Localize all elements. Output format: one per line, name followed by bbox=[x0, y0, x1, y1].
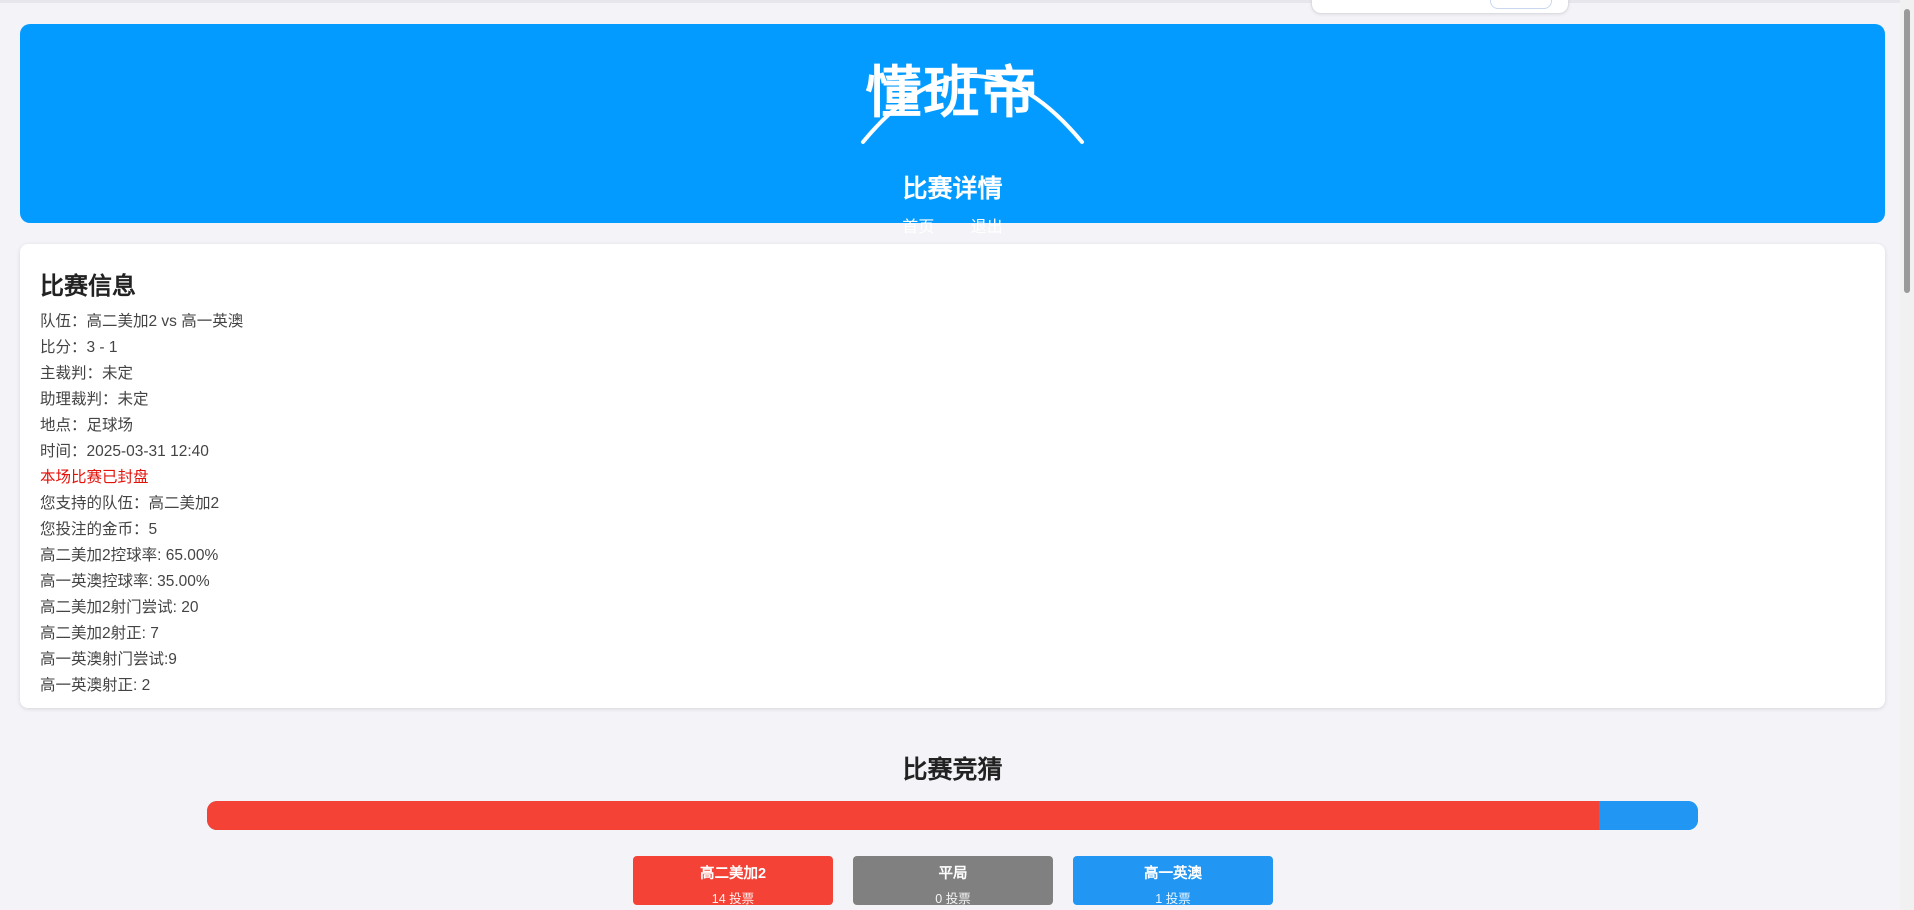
page-scrollbar[interactable] bbox=[1900, 0, 1914, 910]
vote-away-count: 1 投票 bbox=[1155, 892, 1191, 906]
logo-text: 懂班帝 bbox=[865, 61, 1040, 126]
stat-home-possession: 高二美加2控球率: 65.00% bbox=[40, 547, 219, 564]
bet-team: 您支持的队伍：高二美加2 bbox=[40, 495, 220, 512]
stat-home-shots-on-target: 高二美加2射正: 7 bbox=[40, 625, 159, 642]
stat-home-shots: 高二美加2射门尝试: 20 bbox=[40, 599, 199, 616]
info-score: 比分：3 - 1 bbox=[40, 339, 118, 356]
info-assistant-referee: 助理裁判：未定 bbox=[40, 391, 149, 408]
vote-draw-count: 0 投票 bbox=[935, 892, 971, 906]
scrollbar-thumb[interactable] bbox=[1904, 9, 1910, 293]
page-header: 懂班帝 比赛详情 首页 退出 bbox=[20, 24, 1885, 236]
vote-ratio-bar bbox=[207, 801, 1698, 830]
info-time: 时间：2025-03-31 12:40 bbox=[40, 443, 209, 460]
stat-away-shots: 高一英澳射门尝试:9 bbox=[40, 651, 177, 668]
info-referee: 主裁判：未定 bbox=[40, 365, 134, 382]
main-nav: 首页 退出 bbox=[20, 213, 1885, 237]
vote-draw-label: 平局 bbox=[938, 866, 968, 882]
info-teams: 队伍：高二美加2 vs 高一英澳 bbox=[40, 313, 244, 330]
nav-home-link[interactable]: 首页 bbox=[902, 219, 934, 236]
browser-top-edge bbox=[0, 0, 1914, 3]
match-info-lines: 队伍：高二美加2 vs 高一英澳 比分：3 - 1 主裁判：未定 助理裁判：未定… bbox=[40, 309, 243, 699]
vote-home-button[interactable]: 高二美加2 14 投票 bbox=[633, 856, 833, 906]
info-location: 地点：足球场 bbox=[40, 417, 134, 434]
vote-bar-away-segment bbox=[1598, 801, 1698, 830]
vote-home-count: 14 投票 bbox=[711, 892, 755, 906]
vote-home-label: 高二美加2 bbox=[699, 866, 767, 882]
vote-away-label: 高一英澳 bbox=[1144, 866, 1202, 882]
vote-draw-button[interactable]: 平局 0 投票 bbox=[853, 856, 1053, 906]
bet-coins: 您投注的金币：5 bbox=[40, 521, 158, 538]
closed-notice: 本场比赛已封盘 bbox=[40, 469, 149, 486]
nav-logout-link[interactable]: 退出 bbox=[971, 219, 1003, 236]
guess-title: 比赛竞猜 bbox=[902, 756, 1003, 784]
vote-away-button[interactable]: 高一英澳 1 投票 bbox=[1073, 856, 1273, 906]
stat-away-possession: 高一英澳控球率: 35.00% bbox=[40, 573, 210, 590]
floating-toolbar[interactable] bbox=[1311, 0, 1569, 14]
match-info-card: 比赛信息 队伍：高二美加2 vs 高一英澳 比分：3 - 1 主裁判：未定 助理… bbox=[20, 244, 1885, 708]
match-info-title: 比赛信息 bbox=[40, 273, 136, 300]
page-title: 比赛详情 bbox=[902, 175, 1003, 203]
vote-bar-home-segment bbox=[207, 801, 1599, 830]
toolbar-pill-button[interactable] bbox=[1490, 0, 1552, 9]
stat-away-shots-on-target: 高一英澳射正: 2 bbox=[40, 677, 151, 694]
